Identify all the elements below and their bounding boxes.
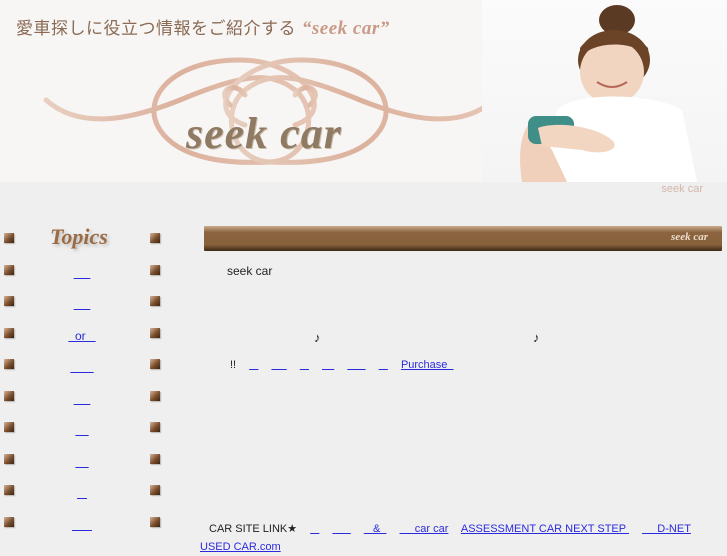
sidebar-item <box>0 254 175 286</box>
site-link[interactable]: D-NET <box>642 523 691 535</box>
site-link[interactable]: & <box>364 523 387 535</box>
music-note-icon: ♪ <box>314 330 321 345</box>
sidebar-item <box>0 474 175 506</box>
bar-logo: seek car <box>671 231 708 243</box>
topics-heading: Topics <box>50 224 108 249</box>
sidebar-link[interactable] <box>72 518 92 532</box>
bullet-icon <box>4 422 14 432</box>
sidebar-link[interactable]: or <box>68 329 95 343</box>
site-link[interactable] <box>332 523 350 535</box>
main-link[interactable] <box>300 359 309 371</box>
main-link[interactable] <box>271 359 286 371</box>
sidebar-link[interactable] <box>75 423 88 437</box>
bullet-icon <box>4 453 14 464</box>
bullet-icon <box>150 390 160 401</box>
bullet-icon <box>150 264 160 275</box>
bullet-icon <box>4 233 14 243</box>
site-link[interactable]: ASSESSMENT CAR NEXT STEP <box>461 523 629 535</box>
bullet-icon <box>150 422 160 432</box>
bullet-icon <box>4 359 14 369</box>
bullet-icon <box>4 516 14 527</box>
bullet-icon <box>150 327 160 338</box>
sidebar-link[interactable] <box>74 297 91 311</box>
sidebar-item: or <box>0 317 175 349</box>
header-tagline: 愛車探しに役立つ情報をご紹介する “seek car” <box>16 14 390 40</box>
site-logo[interactable]: seek car <box>186 108 342 159</box>
site-link[interactable]: USED CAR.com <box>200 541 281 553</box>
bullet-icon <box>4 485 14 495</box>
bullet-icon <box>150 296 160 306</box>
sidebar-link[interactable] <box>77 486 87 500</box>
sidebar-link[interactable] <box>75 455 88 469</box>
main-link[interactable] <box>379 359 388 371</box>
main-link[interactable] <box>347 359 365 371</box>
car-site-links: CAR SITE LINK★ & car car ASSESSMENT CAR … <box>200 520 727 556</box>
bullet-icon <box>4 296 14 306</box>
woman-with-cup-photo <box>482 0 727 182</box>
sidebar-header-row: Topics <box>0 222 175 254</box>
main-link[interactable] <box>322 359 334 371</box>
main-link-row: !! Purchase <box>230 359 464 371</box>
site-link[interactable]: car car <box>400 523 449 535</box>
sidebar-item <box>0 380 175 412</box>
site-link[interactable] <box>310 523 319 535</box>
sidebar-item <box>0 285 175 317</box>
bullet-icon <box>150 516 160 527</box>
sidebar-item <box>0 443 175 475</box>
photo-illustration <box>520 5 697 182</box>
section-header-bar: seek car <box>204 226 722 251</box>
main-title: seek car <box>227 264 273 278</box>
purchase-link[interactable]: Purchase <box>401 359 454 371</box>
sidebar-link[interactable] <box>74 266 91 280</box>
bullet-icon <box>4 327 14 338</box>
sidebar-item <box>0 411 175 443</box>
sidebar-item <box>0 348 175 380</box>
main-link[interactable] <box>249 359 258 371</box>
links-prefix: !! <box>230 359 237 371</box>
sidebar-item <box>0 506 175 538</box>
tagline-brand: “seek car” <box>301 18 390 39</box>
sidebar-link[interactable] <box>70 360 93 374</box>
sidebar-topics: Topics or <box>0 222 175 537</box>
header-banner: 愛車探しに役立つ情報をご紹介する “seek car” seek car <box>0 0 727 182</box>
sidebar-link[interactable] <box>74 392 91 406</box>
bullet-icon <box>150 233 160 243</box>
bullet-icon <box>150 359 160 369</box>
header-subtitle: seek car <box>661 183 703 195</box>
site-links-label: CAR SITE LINK★ <box>209 523 298 535</box>
music-note-icon: ♪ <box>533 330 540 345</box>
bullet-icon <box>150 485 160 495</box>
bullet-icon <box>4 390 14 401</box>
bullet-icon <box>4 264 14 275</box>
tagline-text: 愛車探しに役立つ情報をご紹介する <box>16 19 296 39</box>
bullet-icon <box>150 453 160 464</box>
